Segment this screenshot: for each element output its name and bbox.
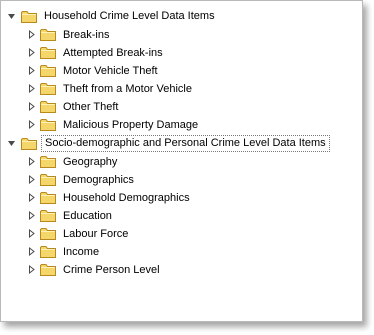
tree-item[interactable]: Theft from a Motor Vehicle <box>1 80 362 98</box>
folder-icon <box>40 173 56 186</box>
tree-item-label[interactable]: Income <box>60 243 102 261</box>
tree-item-label[interactable]: Crime Person Level <box>60 261 163 279</box>
collapsed-arrow-icon[interactable] <box>27 30 36 39</box>
folder-icon <box>40 245 56 258</box>
collapsed-arrow-icon[interactable] <box>27 175 36 184</box>
folder-icon <box>40 46 56 59</box>
folder-icon <box>40 100 56 113</box>
tree-item[interactable]: Attempted Break-ins <box>1 44 362 62</box>
tree-group[interactable]: Socio-demographic and Personal Crime Lev… <box>1 134 362 153</box>
tree-item-label[interactable]: Malicious Property Damage <box>60 116 201 134</box>
tree-item[interactable]: Education <box>1 207 362 225</box>
tree-group[interactable]: Household Crime Level Data Items <box>1 7 362 26</box>
tree-item[interactable]: Motor Vehicle Theft <box>1 62 362 80</box>
folder-icon <box>40 263 56 276</box>
tree-item-label[interactable]: Labour Force <box>60 225 131 243</box>
folder-icon <box>40 155 56 168</box>
folder-icon <box>21 137 37 150</box>
tree-item-label[interactable]: Attempted Break-ins <box>60 44 166 62</box>
tree-group-label[interactable]: Socio-demographic and Personal Crime Lev… <box>41 135 330 152</box>
tree-item[interactable]: Geography <box>1 153 362 171</box>
tree-item[interactable]: Crime Person Level <box>1 261 362 279</box>
tree-item-label[interactable]: Demographics <box>60 171 137 189</box>
tree-item[interactable]: Labour Force <box>1 225 362 243</box>
tree-item-label[interactable]: Geography <box>60 153 120 171</box>
tree-group-label[interactable]: Household Crime Level Data Items <box>41 7 218 26</box>
folder-icon <box>40 82 56 95</box>
expanded-arrow-icon[interactable] <box>7 139 16 148</box>
folder-icon <box>40 209 56 222</box>
folder-icon <box>40 191 56 204</box>
collapsed-arrow-icon[interactable] <box>27 229 36 238</box>
tree-item[interactable]: Other Theft <box>1 98 362 116</box>
folder-icon <box>40 118 56 131</box>
collapsed-arrow-icon[interactable] <box>27 211 36 220</box>
tree-item[interactable]: Demographics <box>1 171 362 189</box>
folder-icon <box>40 64 56 77</box>
collapsed-arrow-icon[interactable] <box>27 48 36 57</box>
tree-item[interactable]: Income <box>1 243 362 261</box>
collapsed-arrow-icon[interactable] <box>27 66 36 75</box>
collapsed-arrow-icon[interactable] <box>27 102 36 111</box>
tree-item[interactable]: Household Demographics <box>1 189 362 207</box>
tree-item-label[interactable]: Theft from a Motor Vehicle <box>60 80 195 98</box>
data-items-tree: Household Crime Level Data Items Break-in… <box>1 7 362 279</box>
collapsed-arrow-icon[interactable] <box>27 157 36 166</box>
expanded-arrow-icon[interactable] <box>7 12 16 21</box>
tree-panel: Household Crime Level Data Items Break-in… <box>0 0 363 322</box>
collapsed-arrow-icon[interactable] <box>27 265 36 274</box>
folder-icon <box>40 227 56 240</box>
tree-item-label[interactable]: Education <box>60 207 115 225</box>
tree-item-label[interactable]: Motor Vehicle Theft <box>60 62 161 80</box>
collapsed-arrow-icon[interactable] <box>27 247 36 256</box>
tree-item[interactable]: Break-ins <box>1 26 362 44</box>
tree-item-label[interactable]: Other Theft <box>60 98 121 116</box>
tree-item-label[interactable]: Break-ins <box>60 26 112 44</box>
tree-item[interactable]: Malicious Property Damage <box>1 116 362 134</box>
folder-icon <box>40 28 56 41</box>
collapsed-arrow-icon[interactable] <box>27 193 36 202</box>
folder-icon <box>21 10 37 23</box>
collapsed-arrow-icon[interactable] <box>27 84 36 93</box>
collapsed-arrow-icon[interactable] <box>27 120 36 129</box>
tree-item-label[interactable]: Household Demographics <box>60 189 193 207</box>
